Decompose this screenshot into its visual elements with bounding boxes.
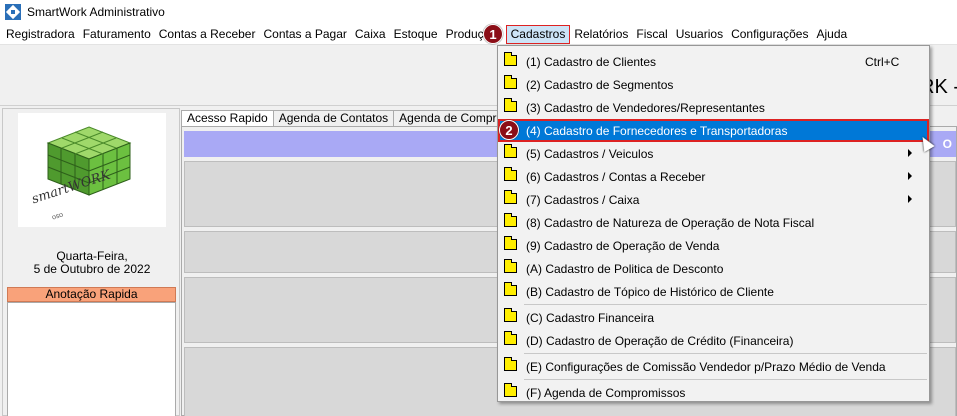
menu-fiscal[interactable]: Fiscal <box>632 25 671 44</box>
title-bar: SmartWork Administrativo <box>0 0 957 24</box>
folder-icon <box>504 213 517 227</box>
menu-item-label: (3) Cadastro de Vendedores/Representante… <box>526 100 765 115</box>
folder-icon <box>504 167 517 181</box>
menu-item-cadastro-vendedores[interactable]: (3) Cadastro de Vendedores/Representante… <box>498 96 929 119</box>
menu-item-label: (1) Cadastro de Clientes <box>526 54 657 69</box>
menu-item-cadastro-topico-historico[interactable]: (B) Cadastro de Tópico de Histórico de C… <box>498 280 929 303</box>
menu-configuracoes[interactable]: Configurações <box>727 25 812 44</box>
menu-item-cadastros-contas-receber[interactable]: (6) Cadastros / Contas a Receber <box>498 165 929 188</box>
folder-icon <box>504 383 517 397</box>
folder-icon <box>504 357 517 371</box>
menu-separator <box>524 353 927 354</box>
menu-item-label: (8) Cadastro de Natureza de Operação de … <box>526 215 815 230</box>
menu-item-cadastro-natureza-operacao[interactable]: (8) Cadastro de Natureza de Operação de … <box>498 211 929 234</box>
menu-item-cadastros-caixa[interactable]: (7) Cadastros / Caixa <box>498 188 929 211</box>
anotacao-rapida-textarea[interactable] <box>7 302 176 416</box>
menu-separator <box>524 379 927 380</box>
smartwork-logo: smartWORK oso <box>18 113 166 227</box>
menu-separator <box>524 304 927 305</box>
menu-item-label: (B) Cadastro de Tópico de Histórico de C… <box>526 284 774 299</box>
folder-icon <box>504 75 517 89</box>
anotacao-rapida-header: Anotação Rapida <box>7 287 176 302</box>
menu-item-label: (A) Cadastro de Politica de Desconto <box>526 261 724 276</box>
menu-ajuda[interactable]: Ajuda <box>812 25 851 44</box>
menu-item-label: (F) Agenda de Compromissos <box>526 385 686 400</box>
menu-item-cadastro-financeira[interactable]: (C) Cadastro Financeira <box>498 306 929 329</box>
window-title: SmartWork Administrativo <box>27 5 165 19</box>
menu-item-label: (E) Configurações de Comissão Vendedor p… <box>526 359 886 374</box>
folder-icon <box>504 236 517 250</box>
folder-icon <box>504 98 517 112</box>
folder-icon <box>504 331 517 345</box>
submenu-arrow-icon <box>908 172 912 180</box>
folder-icon <box>504 282 517 296</box>
menu-item-cadastro-operacao-venda[interactable]: (9) Cadastro de Operação de Venda <box>498 234 929 257</box>
menu-item-label: (C) Cadastro Financeira <box>526 310 655 325</box>
menu-item-label: (7) Cadastros / Caixa <box>526 192 640 207</box>
date-full: 5 de Outubro de 2022 <box>33 262 151 276</box>
menu-estoque[interactable]: Estoque <box>390 25 442 44</box>
menu-relatorios[interactable]: Relatórios <box>570 25 632 44</box>
step-badge-1: 1 <box>483 24 503 44</box>
submenu-arrow-icon <box>908 149 912 157</box>
menu-item-label: (6) Cadastros / Contas a Receber <box>526 169 706 184</box>
tab-strip: Acesso Rapido Agenda de Contatos Agenda … <box>181 110 520 126</box>
menu-registradora[interactable]: Registradora <box>2 25 79 44</box>
tab-acesso-rapido[interactable]: Acesso Rapido <box>181 110 274 126</box>
menu-item-label: (2) Cadastro de Segmentos <box>526 77 674 92</box>
menu-item-label: (9) Cadastro de Operação de Venda <box>526 238 720 253</box>
folder-icon <box>504 259 517 273</box>
menu-caixa[interactable]: Caixa <box>351 25 390 44</box>
menu-bar: Registradora Faturamento Contas a Recebe… <box>0 24 957 45</box>
menu-contas-a-receber[interactable]: Contas a Receber <box>155 25 260 44</box>
menu-item-cadastro-politica-desconto[interactable]: (A) Cadastro de Politica de Desconto <box>498 257 929 280</box>
submenu-arrow-icon <box>908 195 912 203</box>
folder-icon <box>504 308 517 322</box>
left-panel: smartWORK oso Quarta-Feira, 5 de Outubro… <box>2 108 180 416</box>
folder-icon <box>504 144 517 158</box>
menu-item-label: (D) Cadastro de Operação de Crédito (Fin… <box>526 333 794 348</box>
app-icon <box>5 4 21 20</box>
logo-subtext: oso <box>51 211 65 222</box>
menu-item-label: (4) Cadastro de Fornecedores e Transport… <box>526 123 788 138</box>
step-badge-2: 2 <box>499 120 519 140</box>
menu-item-cadastro-fornecedores[interactable]: (4) Cadastro de Fornecedores e Transport… <box>498 119 929 142</box>
menu-item-label: (5) Cadastros / Veiculos <box>526 146 654 161</box>
tab-agenda-de-contatos[interactable]: Agenda de Contatos <box>272 110 395 126</box>
menu-item-configuracoes-comissao[interactable]: (E) Configurações de Comissão Vendedor p… <box>498 355 929 378</box>
cadastros-dropdown-menu: (1) Cadastro de Clientes Ctrl+C (2) Cada… <box>497 45 930 402</box>
menu-item-cadastro-segmentos[interactable]: (2) Cadastro de Segmentos <box>498 73 929 96</box>
menu-item-cadastro-operacao-credito[interactable]: (D) Cadastro de Operação de Crédito (Fin… <box>498 329 929 352</box>
date-weekday: Quarta-Feira, <box>56 249 128 263</box>
menu-cadastros[interactable]: Cadastros <box>505 24 571 44</box>
menu-faturamento[interactable]: Faturamento <box>79 25 155 44</box>
purple-bar-label: O <box>942 137 952 151</box>
menu-item-shortcut: Ctrl+C <box>865 54 900 69</box>
folder-icon <box>504 52 517 66</box>
menu-contas-a-pagar[interactable]: Contas a Pagar <box>259 25 350 44</box>
folder-icon <box>504 190 517 204</box>
menu-usuarios[interactable]: Usuarios <box>672 25 727 44</box>
menu-item-cadastro-clientes[interactable]: (1) Cadastro de Clientes Ctrl+C <box>498 50 929 73</box>
menu-item-cadastros-veiculos[interactable]: (5) Cadastros / Veiculos <box>498 142 929 165</box>
menu-item-agenda-compromissos[interactable]: (F) Agenda de Compromissos <box>498 381 929 404</box>
